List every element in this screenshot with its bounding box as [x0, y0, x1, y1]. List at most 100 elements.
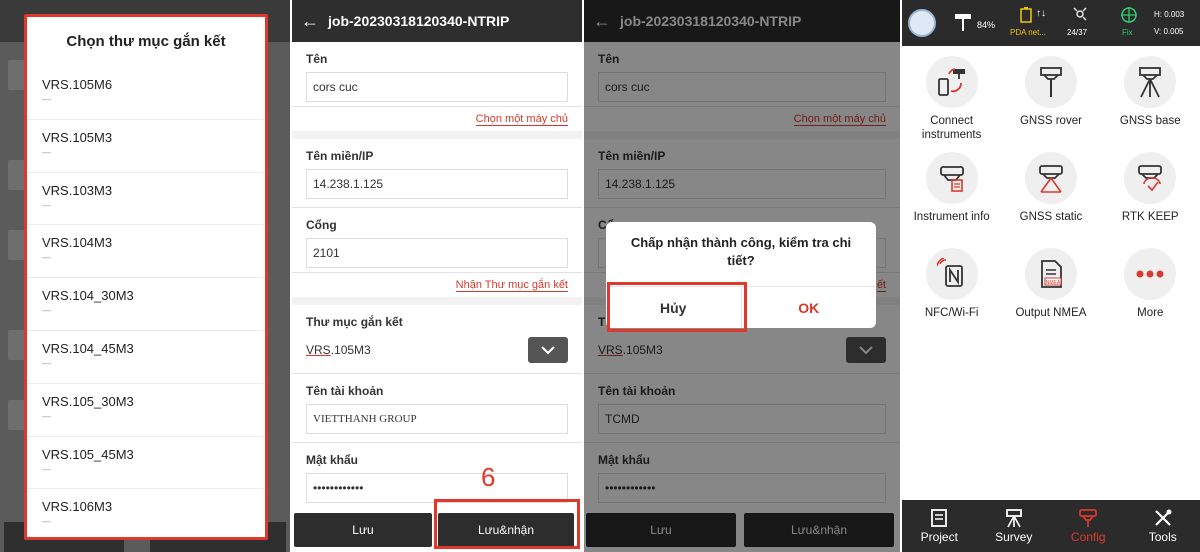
- name-section: Tên cors cuc: [292, 42, 582, 107]
- rtk-keep-icon: [1138, 165, 1163, 192]
- tile-icon-bg: [1124, 248, 1177, 300]
- account-section: Tên tài khoản VIETTHANH GROUP: [292, 374, 582, 443]
- tab-project[interactable]: Project: [902, 500, 977, 552]
- ntrip-form: Tên cors cuc Chọn một máy chủ Tên miền/I…: [292, 42, 582, 512]
- instrument-info-icon: [939, 166, 964, 192]
- fix-crosshair-icon: [1121, 7, 1137, 23]
- tile-gnss-static[interactable]: GNSS static: [1001, 142, 1100, 238]
- port-label: Cổng: [306, 218, 337, 232]
- mount-select[interactable]: VRS.105M3: [306, 335, 568, 365]
- list-item-sub: —: [42, 199, 51, 210]
- choose-server-link[interactable]: Chọn một máy chủ: [475, 113, 568, 126]
- back-arrow-icon[interactable]: ←: [292, 11, 328, 32]
- config-icon: [1079, 509, 1098, 527]
- list-item[interactable]: VRS.104_45M3 —: [27, 331, 265, 384]
- list-item-name: VRS.106M3: [42, 499, 113, 515]
- dropdown-button[interactable]: [528, 337, 568, 363]
- ok-button[interactable]: OK: [740, 287, 877, 328]
- signal-arrows-icon: ↑↓: [1036, 8, 1046, 19]
- tile-gnss-rover[interactable]: GNSS rover: [1001, 46, 1100, 142]
- page-title: job-20230318120340-NTRIP: [328, 13, 510, 29]
- confirm-screen: ← job-20230318120340-NTRIP Tên cors cuc …: [584, 0, 900, 552]
- tile-label: RTK KEEP: [1121, 211, 1179, 223]
- choose-server-row: Chọn một máy chủ: [292, 107, 582, 131]
- tile-icon-bg: NMEA: [1024, 248, 1077, 300]
- tile-gnss-base[interactable]: GNSS base: [1101, 46, 1200, 142]
- mountpoint-dialog: Chọn thư mục gắn kết VRS.105M6 — VRS.105…: [24, 14, 268, 540]
- get-mount-row: Nhận Thư mục gắn kết: [292, 273, 582, 297]
- tile-icon-bg: [925, 56, 978, 108]
- tab-label: Tools: [1148, 530, 1177, 544]
- dialog-title: Chọn thư mục gắn kết: [66, 33, 226, 50]
- tile-label: GNSS static: [1019, 211, 1083, 223]
- name-label: Tên: [306, 52, 328, 66]
- list-item[interactable]: VRS.104_30M3 —: [27, 278, 265, 331]
- list-item[interactable]: VRS.106M3 —: [27, 489, 265, 537]
- tile-connect-instruments[interactable]: Connect instruments: [902, 46, 1001, 142]
- tile-instrument-info[interactable]: Instrument info: [902, 142, 1001, 238]
- list-item-sub: —: [42, 463, 51, 474]
- get-mountpoint-link[interactable]: Nhận Thư mục gắn kết: [455, 279, 568, 292]
- satellite-count: 24/37: [1067, 28, 1088, 37]
- account-input[interactable]: VIETTHANH GROUP: [306, 404, 568, 434]
- name-input[interactable]: cors cuc: [306, 72, 568, 102]
- h-precision: H: 0.003: [1154, 10, 1185, 19]
- tile-icon-bg: [1024, 56, 1077, 108]
- pda-battery-icon: [1020, 7, 1032, 23]
- tile-rtk-keep[interactable]: RTK KEEP: [1101, 142, 1200, 238]
- fix-status: Fix: [1122, 28, 1133, 37]
- list-item-name: VRS.105M6: [42, 77, 113, 92]
- highlight-box: [434, 499, 580, 549]
- list-item[interactable]: VRS.105M3 —: [27, 120, 265, 173]
- list-item-sub: —: [42, 357, 51, 368]
- top-bar: ← job-20230318120340-NTRIP: [292, 0, 582, 42]
- list-item-name: VRS.104M3: [42, 235, 113, 251]
- list-item-sub: —: [42, 94, 51, 104]
- tile-label: Instrument info: [913, 211, 990, 223]
- gnss-receiver-icon: [955, 14, 971, 31]
- tab-label: Survey: [995, 530, 1033, 544]
- list-item-sub: —: [42, 516, 51, 527]
- list-item-sub: —: [42, 305, 51, 316]
- domain-input[interactable]: 14.238.1.125: [306, 169, 568, 199]
- tile-output-nmea[interactable]: NMEA Output NMEA: [1001, 238, 1100, 334]
- list-item[interactable]: VRS.105_30M3 —: [27, 384, 265, 437]
- list-item[interactable]: VRS.104M3 —: [27, 225, 265, 279]
- gnss-rover-icon: [1040, 67, 1062, 97]
- more-icon: [1136, 270, 1164, 278]
- tile-icon-bg: [925, 248, 978, 300]
- gnss-static-icon: [1039, 165, 1063, 193]
- chevron-down-icon: [541, 345, 555, 354]
- mount-value-suffix: .105M3: [330, 343, 371, 357]
- tab-survey[interactable]: Survey: [977, 500, 1052, 552]
- tile-label: NFC/Wi-Fi: [924, 307, 979, 319]
- port-section: Cổng 2101: [292, 208, 582, 273]
- tile-label: GNSS base: [1119, 115, 1181, 127]
- list-item-name: VRS.103M3: [42, 182, 113, 198]
- tab-tools[interactable]: Tools: [1126, 500, 1200, 552]
- tile-nfc-wifi[interactable]: NFC/Wi-Fi: [902, 238, 1001, 334]
- list-item-name: VRS.104_30M3: [42, 288, 134, 304]
- mount-label: Thư mục gắn kết: [306, 315, 403, 329]
- list-item-name: VRS.105_45M3: [42, 446, 134, 462]
- tile-more[interactable]: More: [1101, 238, 1200, 334]
- status-bar: 84% ↑↓ PDA net... 24/37 Fix H: 0.003 V: …: [902, 0, 1200, 46]
- svg-text:NMEA: NMEA: [1046, 280, 1061, 286]
- list-item-sub: —: [42, 252, 51, 263]
- port-input[interactable]: 2101: [306, 238, 568, 268]
- list-item-name: VRS.105_30M3: [42, 393, 134, 409]
- tile-icon-bg: [1124, 152, 1177, 204]
- v-precision: V: 0.005: [1154, 27, 1184, 36]
- tile-label: Output NMEA: [1015, 307, 1087, 319]
- avatar[interactable]: [908, 9, 936, 37]
- save-button[interactable]: Lưu: [294, 512, 432, 547]
- account-label: Tên tài khoản: [306, 384, 384, 398]
- tab-config[interactable]: Config: [1051, 500, 1126, 552]
- gnss-base-icon: [1139, 67, 1162, 98]
- list-item[interactable]: VRS.105M6 —: [27, 67, 265, 120]
- satellite-icon: [1073, 7, 1087, 21]
- tile-icon-bg: [925, 152, 978, 204]
- list-item[interactable]: VRS.103M3 —: [27, 173, 265, 226]
- pda-network: PDA net...: [1010, 28, 1047, 37]
- list-item[interactable]: VRS.105_45M3 —: [27, 437, 265, 490]
